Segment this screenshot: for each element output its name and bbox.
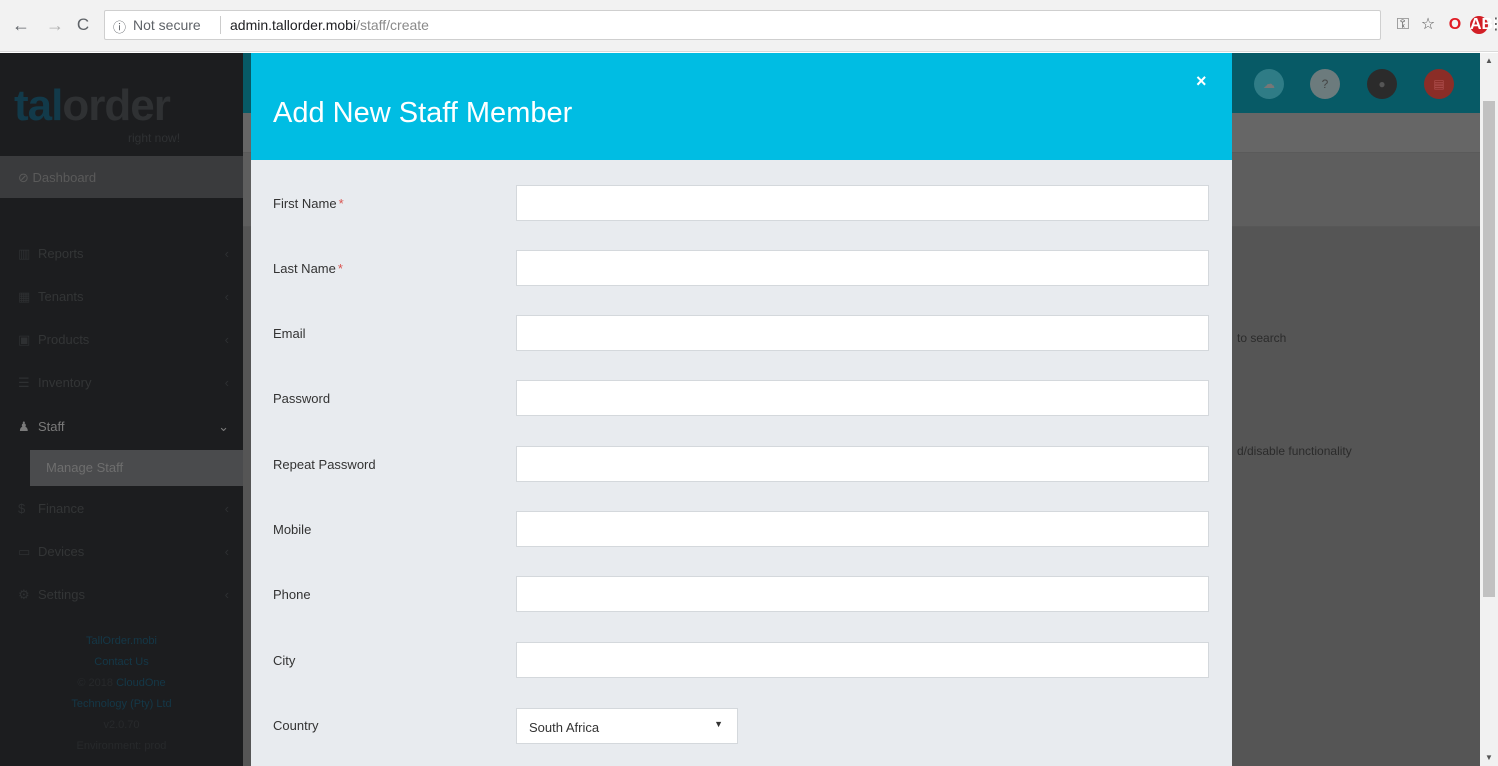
- sidebar-item-inventory[interactable]: ☰ Inventory ‹: [0, 363, 243, 403]
- url-text[interactable]: admin.tallorder.mobi/staff/create: [230, 17, 429, 33]
- chevron-left-icon: ‹: [224, 544, 229, 559]
- info-icon[interactable]: ⓘ: [113, 17, 126, 36]
- field-label: Password: [273, 391, 331, 406]
- form-row-mobile: Mobile: [251, 511, 1232, 547]
- caret-down-icon: ▼: [714, 719, 723, 729]
- field-label: Mobile: [273, 522, 312, 537]
- chevron-left-icon: ‹: [224, 246, 229, 261]
- dashboard-icon: ⊘: [18, 170, 33, 185]
- reload-icon[interactable]: C: [72, 14, 94, 36]
- chevron-left-icon: ‹: [224, 501, 229, 516]
- repeat-password-input[interactable]: [516, 446, 1209, 482]
- sidebar-item-settings[interactable]: ⚙ Settings ‹: [0, 575, 243, 615]
- password-input[interactable]: [516, 380, 1209, 416]
- help-icon[interactable]: ?: [1310, 69, 1340, 99]
- footer-environment: Environment: prod: [76, 740, 167, 752]
- sidebar-item-products[interactable]: ▣ Products ‹: [0, 320, 243, 360]
- opera-icon[interactable]: O: [1444, 14, 1466, 36]
- gear-icon: ⚙: [18, 587, 30, 602]
- back-arrow-icon[interactable]: ←: [10, 14, 32, 36]
- cube-icon: ▣: [18, 332, 31, 347]
- sidebar-footer: TallOrder.mobi Contact Us © 2018 CloudOn…: [0, 631, 243, 757]
- modal-title: Add New Staff Member: [273, 97, 573, 129]
- field-label: Phone: [273, 587, 311, 602]
- star-icon[interactable]: ☆: [1418, 14, 1438, 36]
- sidebar-item-manage-staff[interactable]: Manage Staff: [30, 450, 243, 486]
- tablet-icon: ▭: [18, 544, 31, 559]
- form-row-phone: Phone: [251, 576, 1232, 612]
- required-marker: *: [338, 196, 344, 211]
- chevron-down-icon: ⌄: [218, 419, 229, 434]
- field-label: City: [273, 653, 296, 668]
- list-icon: ☰: [18, 375, 30, 390]
- form-row-city: City: [251, 642, 1232, 678]
- last-name-input[interactable]: [516, 250, 1209, 286]
- chevron-left-icon: ‹: [224, 289, 229, 304]
- field-label: Country: [273, 718, 319, 733]
- field-label: Last Name *: [273, 261, 343, 276]
- user-icon[interactable]: ●: [1367, 69, 1397, 99]
- form-row-country: Country South Africa ▼: [251, 707, 1232, 744]
- money-icon: $: [18, 501, 26, 516]
- logo: talorder: [14, 81, 171, 130]
- browser-toolbar: ← → C ⓘ Not secure admin.tallorder.mobi/…: [0, 0, 1498, 52]
- sidebar-item-staff[interactable]: ♟ Staff ⌄: [0, 407, 243, 447]
- field-label: Repeat Password: [273, 457, 376, 472]
- store-icon[interactable]: ▤: [1424, 69, 1454, 99]
- adblock-icon[interactable]: ABP: [1470, 16, 1498, 34]
- close-icon[interactable]: ×: [1196, 71, 1207, 92]
- mobile-input[interactable]: [516, 511, 1209, 547]
- chevron-left-icon: ‹: [224, 332, 229, 347]
- sidebar: talorder right now! ⊘ Dashboard ▥ Reports…: [0, 53, 243, 766]
- scroll-up-arrow-icon[interactable]: ▲: [1485, 56, 1493, 65]
- add-staff-modal: Add New Staff Member × First Name * Last …: [251, 53, 1232, 766]
- cloud-icon[interactable]: ☁: [1254, 69, 1284, 99]
- form-row-email: Email: [251, 315, 1232, 351]
- divider: [220, 16, 221, 34]
- footer-copyright: © 2018 CloudOne: [77, 677, 166, 689]
- footer-company[interactable]: Technology (Pty) Ltd: [0, 694, 243, 715]
- footer-link-contact[interactable]: Contact Us: [0, 652, 243, 673]
- sidebar-item-devices[interactable]: ▭ Devices ‹: [0, 532, 243, 572]
- sidebar-item-finance[interactable]: $ Finance ‹: [0, 489, 243, 529]
- background-text: d/disable functionality: [1237, 444, 1352, 458]
- users-icon: ♟: [18, 419, 30, 434]
- form-row-password: Password: [251, 380, 1232, 416]
- form-row-first-name: First Name *: [251, 185, 1232, 221]
- sidebar-item-dashboard[interactable]: ⊘ Dashboard: [0, 156, 243, 198]
- sidebar-item-reports[interactable]: ▥ Reports ‹: [0, 234, 243, 274]
- modal-header: Add New Staff Member ×: [251, 53, 1232, 160]
- footer-link-site[interactable]: TallOrder.mobi: [0, 631, 243, 652]
- sidebar-item-tenants[interactable]: ▦ Tenants ‹: [0, 277, 243, 317]
- form-row-last-name: Last Name *: [251, 250, 1232, 286]
- footer-version: v2.0.70: [103, 719, 140, 731]
- field-label: Email: [273, 326, 306, 341]
- country-select[interactable]: South Africa ▼: [516, 708, 738, 744]
- city-input[interactable]: [516, 642, 1209, 678]
- form-row-repeat-password: Repeat Password: [251, 446, 1232, 482]
- scroll-down-arrow-icon[interactable]: ▼: [1485, 753, 1493, 762]
- building-icon: ▦: [18, 289, 31, 304]
- field-label: First Name *: [273, 196, 344, 211]
- chevron-left-icon: ‹: [224, 587, 229, 602]
- country-select-value: South Africa: [529, 720, 600, 735]
- scrollbar-thumb[interactable]: [1483, 101, 1495, 597]
- email-input[interactable]: [516, 315, 1209, 351]
- key-icon[interactable]: ⚿: [1393, 14, 1413, 36]
- chevron-left-icon: ‹: [224, 375, 229, 390]
- background-text: to search: [1237, 331, 1287, 345]
- logo-tagline: right now!: [128, 131, 181, 145]
- address-bar[interactable]: ⓘ Not secure admin.tallorder.mobi/staff/…: [104, 10, 1381, 40]
- menu-icon[interactable]: ⋮: [1488, 14, 1498, 36]
- forward-arrow-icon[interactable]: →: [44, 14, 66, 36]
- required-marker: *: [337, 261, 343, 276]
- phone-input[interactable]: [516, 576, 1209, 612]
- page-scrollbar[interactable]: ▲ ▼: [1480, 53, 1498, 766]
- security-status[interactable]: Not secure: [133, 17, 201, 33]
- bar-chart-icon: ▥: [18, 246, 31, 261]
- first-name-input[interactable]: [516, 185, 1209, 221]
